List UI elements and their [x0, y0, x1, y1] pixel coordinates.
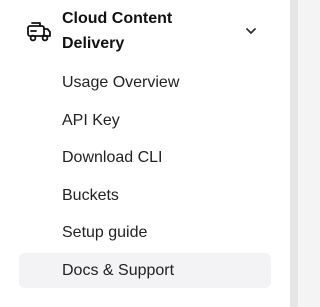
sidebar-item-usage-overview[interactable]: Usage Overview — [19, 65, 271, 100]
sidebar-item-api-key[interactable]: API Key — [19, 103, 271, 138]
sidebar-scroll-divider[interactable] — [290, 0, 298, 307]
section-title: Cloud Content Delivery — [62, 10, 173, 52]
sidebar-item-buckets[interactable]: Buckets — [19, 178, 271, 213]
sidebar-item-label: Setup guide — [62, 224, 148, 241]
sidebar-nav: Cloud Content Delivery Usage Overview AP… — [0, 0, 290, 307]
sidebar-item-label: Usage Overview — [62, 74, 180, 91]
sidebar-item-label: Docs & Support — [62, 262, 175, 279]
main-content-edge — [298, 0, 320, 307]
delivery-truck-icon — [26, 20, 52, 42]
chevron-down-icon[interactable] — [244, 24, 258, 38]
sidebar-item-download-cli[interactable]: Download CLI — [19, 140, 271, 175]
section-cloud-content-delivery[interactable]: Cloud Content Delivery — [0, 0, 290, 64]
sidebar-item-label: Buckets — [62, 187, 119, 204]
sidebar-item-label: Download CLI — [62, 149, 163, 166]
sidebar-item-setup-guide[interactable]: Setup guide — [19, 215, 271, 250]
sidebar-item-docs-support[interactable]: Docs & Support — [19, 253, 271, 288]
sidebar-item-label: API Key — [62, 112, 120, 129]
app-frame: Cloud Content Delivery Usage Overview AP… — [0, 0, 320, 307]
